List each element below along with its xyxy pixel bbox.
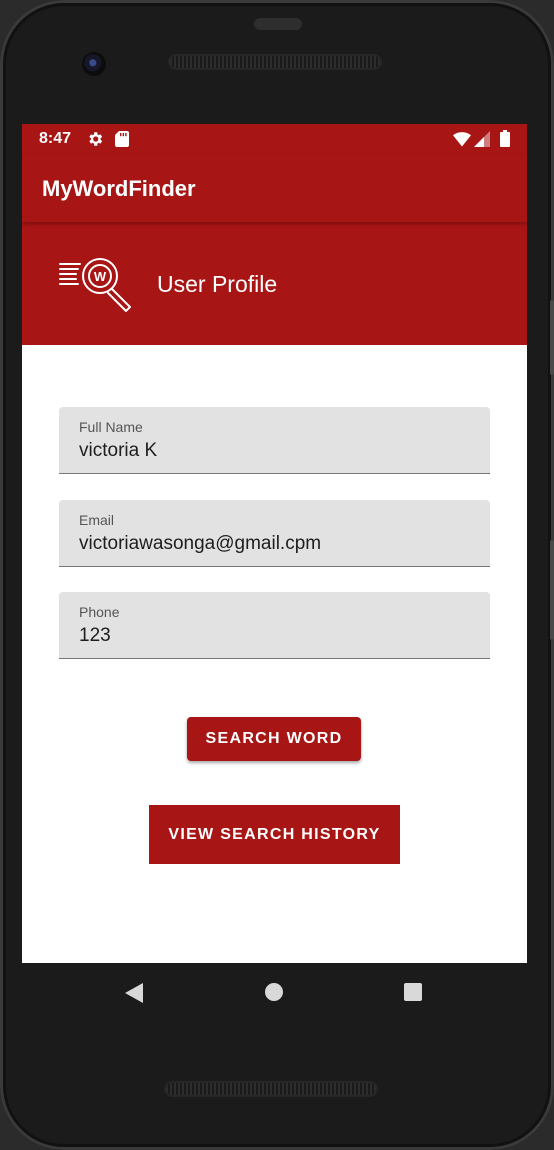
email-value[interactable]: victoriawasonga@gmail.cpm [79,533,321,555]
full-name-label: Full Name [79,419,143,435]
word-search-logo-icon: W [59,258,131,312]
svg-text:W: W [94,269,107,284]
back-icon[interactable] [124,982,144,1004]
power-button [550,540,554,640]
email-label: Email [79,512,115,528]
wifi-icon [453,132,471,147]
gear-icon [89,132,103,146]
battery-icon [500,130,510,147]
recent-apps-icon[interactable] [404,983,422,1001]
sd-card-icon [115,131,129,147]
view-search-history-button[interactable]: VIEW SEARCH HISTORY [149,805,400,864]
home-icon[interactable] [265,983,283,1001]
search-word-button[interactable]: SEARCH WORD [187,717,361,761]
app-bar: MyWordFinder [22,154,527,222]
status-time: 8:47 [39,130,72,147]
phone-field[interactable]: Phone 123 [59,592,490,659]
phone-value[interactable]: 123 [79,625,111,647]
bottom-speaker-grille [166,1083,376,1095]
page-title: User Profile [157,271,278,297]
profile-header: W User Profile [22,222,527,345]
signal-icon [474,131,490,147]
phone-label: Phone [79,604,120,620]
full-name-value[interactable]: victoria K [79,440,157,462]
app-title: MyWordFinder [42,176,196,201]
status-bar: 8:47 [22,124,527,154]
top-speaker-grille [170,56,380,68]
front-camera [82,52,106,76]
phone-frame: 8:47 MyWordFinder W User Profile Full Na… [0,0,554,1150]
earpiece-notch [254,18,302,30]
email-field[interactable]: Email victoriawasonga@gmail.cpm [59,500,490,567]
full-name-field[interactable]: Full Name victoria K [59,407,490,474]
app-screen: 8:47 MyWordFinder W User Profile Full Na… [22,124,527,963]
volume-button [550,300,554,375]
